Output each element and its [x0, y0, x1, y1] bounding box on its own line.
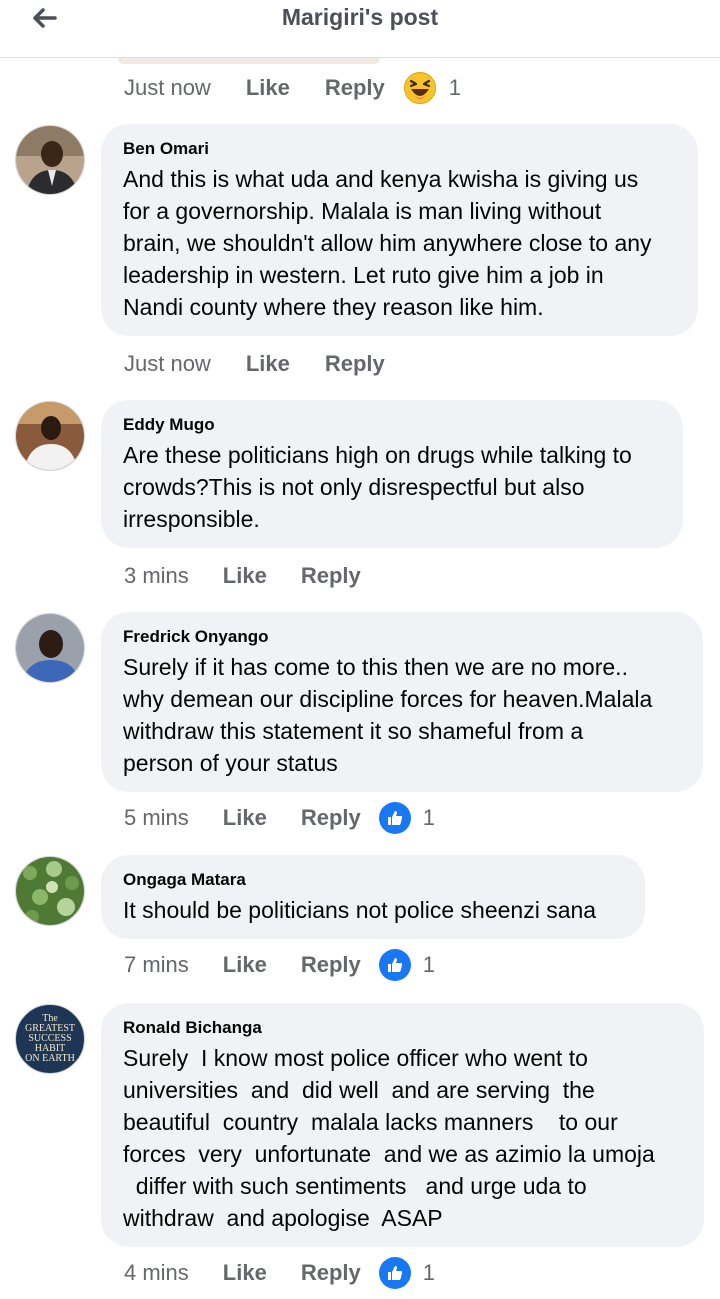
comment-actions: Just now Like Reply	[124, 347, 385, 381]
reaction-summary[interactable]: 1	[403, 71, 461, 105]
comment-text: And this is what uda and kenya kwisha is…	[123, 166, 652, 320]
comment-actions: 5 mins Like Reply 1	[124, 801, 435, 835]
comment-bubble: Ongaga Matara It should be politicians n…	[101, 855, 645, 939]
comment-text: Surely if it has come to this then we ar…	[123, 654, 653, 776]
comment-bubble: Ben Omari And this is what uda and kenya…	[101, 124, 698, 336]
reaction-summary[interactable]: 1	[378, 1257, 435, 1289]
comment-author[interactable]: Eddy Mugo	[123, 414, 661, 436]
reaction-count: 1	[422, 805, 435, 830]
avatar[interactable]	[15, 856, 85, 926]
comment-bubble: Fredrick Onyango Surely if it has come t…	[101, 612, 703, 792]
haha-emoji-icon	[403, 72, 436, 104]
reaction-summary[interactable]: 1	[378, 949, 435, 981]
profile-photo	[16, 614, 84, 682]
reaction-count: 1	[422, 1260, 435, 1285]
avatar[interactable]: The GREATEST SUCCESS HABIT ON EARTH	[15, 1004, 85, 1074]
profile-photo	[16, 857, 84, 925]
reaction-summary[interactable]: 1	[378, 802, 435, 834]
comment-bubble: Eddy Mugo Are these politicians high on …	[101, 400, 683, 548]
post-header: Marigiri's post	[0, 0, 720, 58]
previous-comment-actions: Just now Like Reply 1	[124, 71, 461, 105]
reply-button[interactable]: Reply	[301, 563, 361, 589]
avatar[interactable]	[15, 125, 85, 195]
like-icon	[378, 802, 411, 834]
like-button[interactable]: Like	[223, 563, 267, 589]
comment-actions: 4 mins Like Reply 1	[124, 1256, 435, 1290]
like-icon	[378, 1257, 411, 1289]
comment-timestamp: 5 mins	[124, 805, 189, 830]
comment-timestamp: Just now	[124, 351, 211, 376]
comment-text: It should be politicians not police shee…	[123, 897, 597, 923]
reply-button[interactable]: Reply	[325, 75, 385, 101]
comment-author[interactable]: Ben Omari	[123, 138, 676, 160]
previous-comment-bubble-edge	[118, 58, 380, 64]
comment-text: Surely I know most police officer who we…	[123, 1045, 655, 1231]
page-title: Marigiri's post	[281, 4, 439, 30]
comment-actions: 3 mins Like Reply	[124, 559, 361, 593]
like-button[interactable]: Like	[246, 75, 290, 101]
like-button[interactable]: Like	[223, 805, 267, 831]
comment-author[interactable]: Ongaga Matara	[123, 869, 623, 891]
reply-button[interactable]: Reply	[325, 351, 385, 377]
comment-author[interactable]: Fredrick Onyango	[123, 626, 681, 648]
comment-timestamp: 4 mins	[124, 1260, 189, 1285]
comment-timestamp: Just now	[124, 75, 211, 100]
comment-author[interactable]: Ronald Bichanga	[123, 1017, 682, 1039]
comment-text: Are these politicians high on drugs whil…	[123, 442, 632, 532]
reply-button[interactable]: Reply	[301, 1260, 361, 1286]
like-button[interactable]: Like	[223, 1260, 267, 1286]
reaction-count: 1	[448, 75, 462, 100]
like-button[interactable]: Like	[223, 952, 267, 978]
like-icon	[378, 949, 411, 981]
profile-photo	[16, 126, 84, 194]
avatar[interactable]	[15, 401, 85, 471]
comment-timestamp: 3 mins	[124, 563, 189, 588]
like-button[interactable]: Like	[246, 351, 290, 377]
comment-timestamp: 7 mins	[124, 952, 189, 977]
profile-photo	[16, 402, 84, 470]
comment-bubble: Ronald Bichanga Surely I know most polic…	[101, 1003, 704, 1247]
avatar[interactable]	[15, 613, 85, 683]
reaction-count: 1	[422, 952, 435, 977]
reply-button[interactable]: Reply	[301, 952, 361, 978]
reply-button[interactable]: Reply	[301, 805, 361, 831]
avatar-text: ON EARTH	[25, 1053, 75, 1064]
comment-actions: 7 mins Like Reply 1	[124, 948, 435, 982]
